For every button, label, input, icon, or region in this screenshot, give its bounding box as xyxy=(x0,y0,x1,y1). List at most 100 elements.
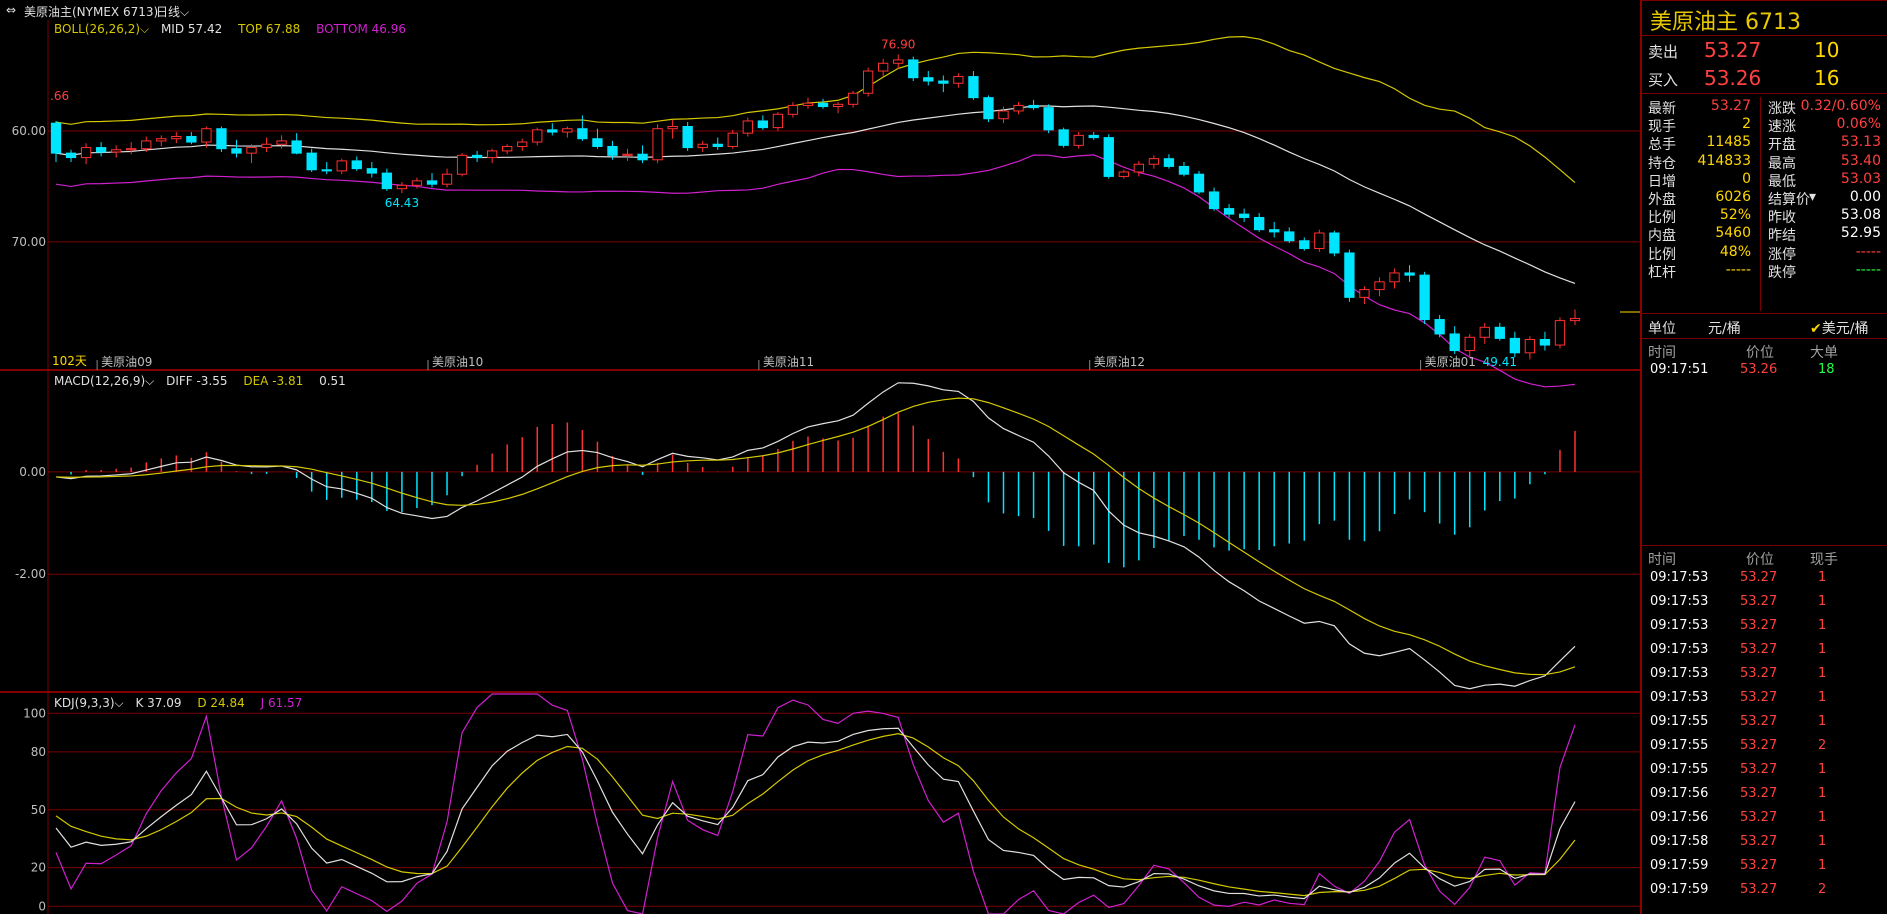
row-price: 53.27 xyxy=(1740,834,1778,849)
row-price: 53.27 xyxy=(1740,594,1778,609)
price-tick-label: 60.00 xyxy=(12,124,46,138)
boll-label[interactable]: BOLL(26,26,2) xyxy=(54,22,140,36)
candle-body xyxy=(381,172,393,190)
candle-body xyxy=(1464,336,1475,352)
stat-value: 11485 xyxy=(1706,134,1751,151)
high-price-label: 76.90 xyxy=(881,37,915,51)
row-time: 09:17:53 xyxy=(1650,594,1709,609)
chevron-down-icon[interactable]: ▾ xyxy=(1809,189,1816,205)
chevron-down-icon[interactable]: ⌵ xyxy=(145,374,154,388)
menu-icon[interactable]: ⇔ xyxy=(6,3,16,17)
month-label: 美原油10 xyxy=(432,355,483,369)
candle-body xyxy=(1208,191,1220,210)
candle-body xyxy=(50,122,62,154)
tick-header-volume: 现手 xyxy=(1810,552,1838,568)
macd-label[interactable]: MACD(12,26,9) xyxy=(54,374,145,388)
period-selector[interactable]: 日线⌵ xyxy=(156,3,189,20)
candle-body xyxy=(1569,317,1581,322)
candle-body xyxy=(396,184,408,190)
candle-body xyxy=(697,143,708,149)
chevron-down-icon[interactable]: ⌵ xyxy=(140,22,149,36)
row-price: 53.27 xyxy=(1740,810,1778,825)
macd-tick-label: -2.00 xyxy=(15,567,46,581)
candle-body xyxy=(1434,319,1445,335)
stat-value: 2 xyxy=(1742,116,1751,133)
candle-body xyxy=(411,180,423,186)
candle-body xyxy=(562,128,573,133)
boll-top-line xyxy=(55,36,1576,183)
candle-body xyxy=(893,59,904,64)
row-vol: 1 xyxy=(1818,858,1827,873)
candle-body xyxy=(1163,158,1175,167)
stat-value: 48% xyxy=(1719,243,1751,260)
stat-value: 6026 xyxy=(1715,189,1751,205)
kdj-tick-label: 50 xyxy=(31,803,46,817)
instrument-name[interactable]: 美原油主(NYMEX 6713) xyxy=(24,3,158,20)
big-order-header-time: 时间 xyxy=(1648,345,1676,361)
row-price: 53.27 xyxy=(1740,642,1778,657)
stat-value: ----- xyxy=(1725,261,1751,278)
sell-price[interactable]: 53.27 xyxy=(1704,38,1761,62)
sell-volume: 10 xyxy=(1814,38,1840,62)
candle-body xyxy=(667,126,678,130)
candle-body xyxy=(1374,281,1385,291)
macd-dea-line xyxy=(55,397,1576,676)
chart-area[interactable]: 70.00 60.00 .66 76.90 64.43 49.41 102天 美原油09 美原油… xyxy=(0,20,1640,914)
row-time: 09:17:53 xyxy=(1650,618,1709,633)
row-price: 53.27 xyxy=(1740,690,1778,705)
divider xyxy=(1642,545,1887,546)
row-time: 09:17:53 xyxy=(1650,642,1709,657)
row-time: 09:17:55 xyxy=(1650,762,1709,777)
month-label: 美原油01 xyxy=(1425,355,1476,369)
stat-value: 414833 xyxy=(1697,152,1751,169)
candle-body xyxy=(607,145,618,156)
kdj-d-line xyxy=(55,733,1576,897)
row-vol: 1 xyxy=(1818,690,1827,705)
candle-body xyxy=(186,135,197,143)
row-vol: 1 xyxy=(1818,642,1827,657)
stat-value: 53.13 xyxy=(1840,134,1881,151)
row-time: 09:17:53 xyxy=(1650,666,1709,681)
candle-body xyxy=(1299,240,1310,250)
stat-label: 持仓 xyxy=(1648,155,1676,172)
chevron-down-icon[interactable]: ⌵ xyxy=(115,696,124,710)
kline-chart[interactable]: 70.00 60.00 .66 76.90 64.43 49.41 102天 美原油09 美原油… xyxy=(0,20,1640,914)
buy-price[interactable]: 53.26 xyxy=(1704,66,1761,90)
stat-label: 外盘 xyxy=(1648,192,1676,208)
row-time: 09:17:59 xyxy=(1650,882,1709,897)
candle-body xyxy=(772,113,784,129)
candle-body xyxy=(261,143,272,149)
tick-header-time: 时间 xyxy=(1648,552,1676,568)
candle-body xyxy=(216,128,227,150)
kdj-label[interactable]: KDJ(9,3,3) xyxy=(54,696,115,710)
candle-body xyxy=(847,92,859,105)
candle-body xyxy=(1494,326,1505,339)
candle-body xyxy=(983,97,994,120)
unit-yuan-option[interactable]: 元/桶 xyxy=(1708,318,1741,338)
candle-body xyxy=(802,102,814,106)
candle-body xyxy=(426,180,438,185)
row-time: 09:17:56 xyxy=(1650,810,1709,825)
row-vol: 1 xyxy=(1818,714,1827,729)
row-price: 53.27 xyxy=(1740,570,1778,585)
kdj-legend: KDJ(9,3,3)⌵ K 37.09 D 24.84 J 61.57 xyxy=(54,696,302,711)
stat-label: 涨停 xyxy=(1768,246,1796,263)
stat-value: 53.27 xyxy=(1710,98,1751,114)
buy-label: 买入 xyxy=(1648,71,1679,89)
candle-body xyxy=(998,110,1009,120)
stat-label: 跌停 xyxy=(1768,264,1796,281)
macd-legend: MACD(12,26,9)⌵ DIFF -3.55 DEA -3.81 0.51 xyxy=(54,374,346,389)
row-time: 09:17:55 xyxy=(1650,714,1709,729)
chevron-down-icon: ⌵ xyxy=(180,5,190,19)
month-label: 美原油11 xyxy=(763,355,814,369)
candle-body xyxy=(246,147,257,154)
unit-usd-option[interactable]: ✔美元/桶 xyxy=(1810,318,1868,338)
stat-value: 53.03 xyxy=(1840,170,1881,187)
macd-tick-label: 0.00 xyxy=(19,465,46,479)
boll-bottom-value: BOTTOM 46.96 xyxy=(316,22,406,36)
row-price: 53.27 xyxy=(1740,882,1778,897)
candle-body xyxy=(577,128,588,140)
candle-body xyxy=(1509,337,1521,354)
candle-body xyxy=(306,152,317,171)
candle-body xyxy=(1013,104,1024,112)
